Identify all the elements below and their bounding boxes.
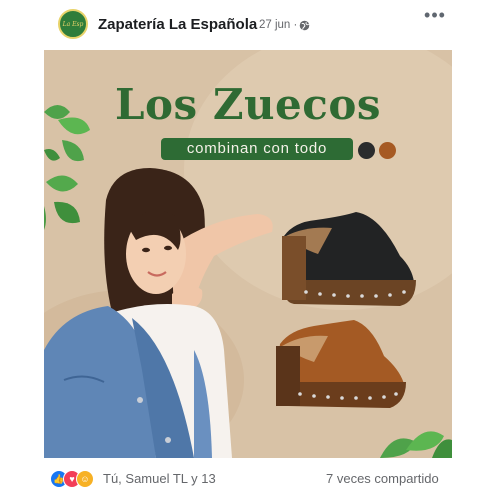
reaction-icons[interactable]: 👍 ♥ ☺ (50, 470, 102, 488)
post-header: La Esp Zapatería La Española 27 jun · ••… (0, 0, 500, 48)
date-separator: · (293, 19, 298, 31)
more-options-button[interactable]: ••• (423, 6, 447, 26)
page-name-link[interactable]: Zapatería La Española (98, 16, 257, 33)
post-image[interactable]: Los Zuecos combinan con todo (44, 50, 452, 458)
post-date-link[interactable]: 27 jun · (259, 19, 297, 31)
social-post: La Esp Zapatería La Española 27 jun · ••… (0, 0, 500, 500)
color-swatch-brown (379, 142, 396, 159)
store-logo-icon: La Esp (62, 20, 84, 28)
promo-title: Los Zuecos (115, 80, 381, 129)
post-footer: 👍 ♥ ☺ Tú, Samuel TL y 13 7 veces compart… (0, 462, 500, 500)
reactions-summary[interactable]: Tú, Samuel TL y 13 (103, 471, 216, 486)
color-swatch-black (358, 142, 375, 159)
shares-count[interactable]: 7 veces compartido (326, 471, 439, 486)
care-icon: ☺ (76, 470, 94, 488)
post-date: 27 jun (259, 19, 291, 31)
page-avatar[interactable]: La Esp (58, 9, 88, 39)
globe-icon (299, 20, 310, 31)
promo-subtitle: combinan con todo (161, 138, 353, 160)
